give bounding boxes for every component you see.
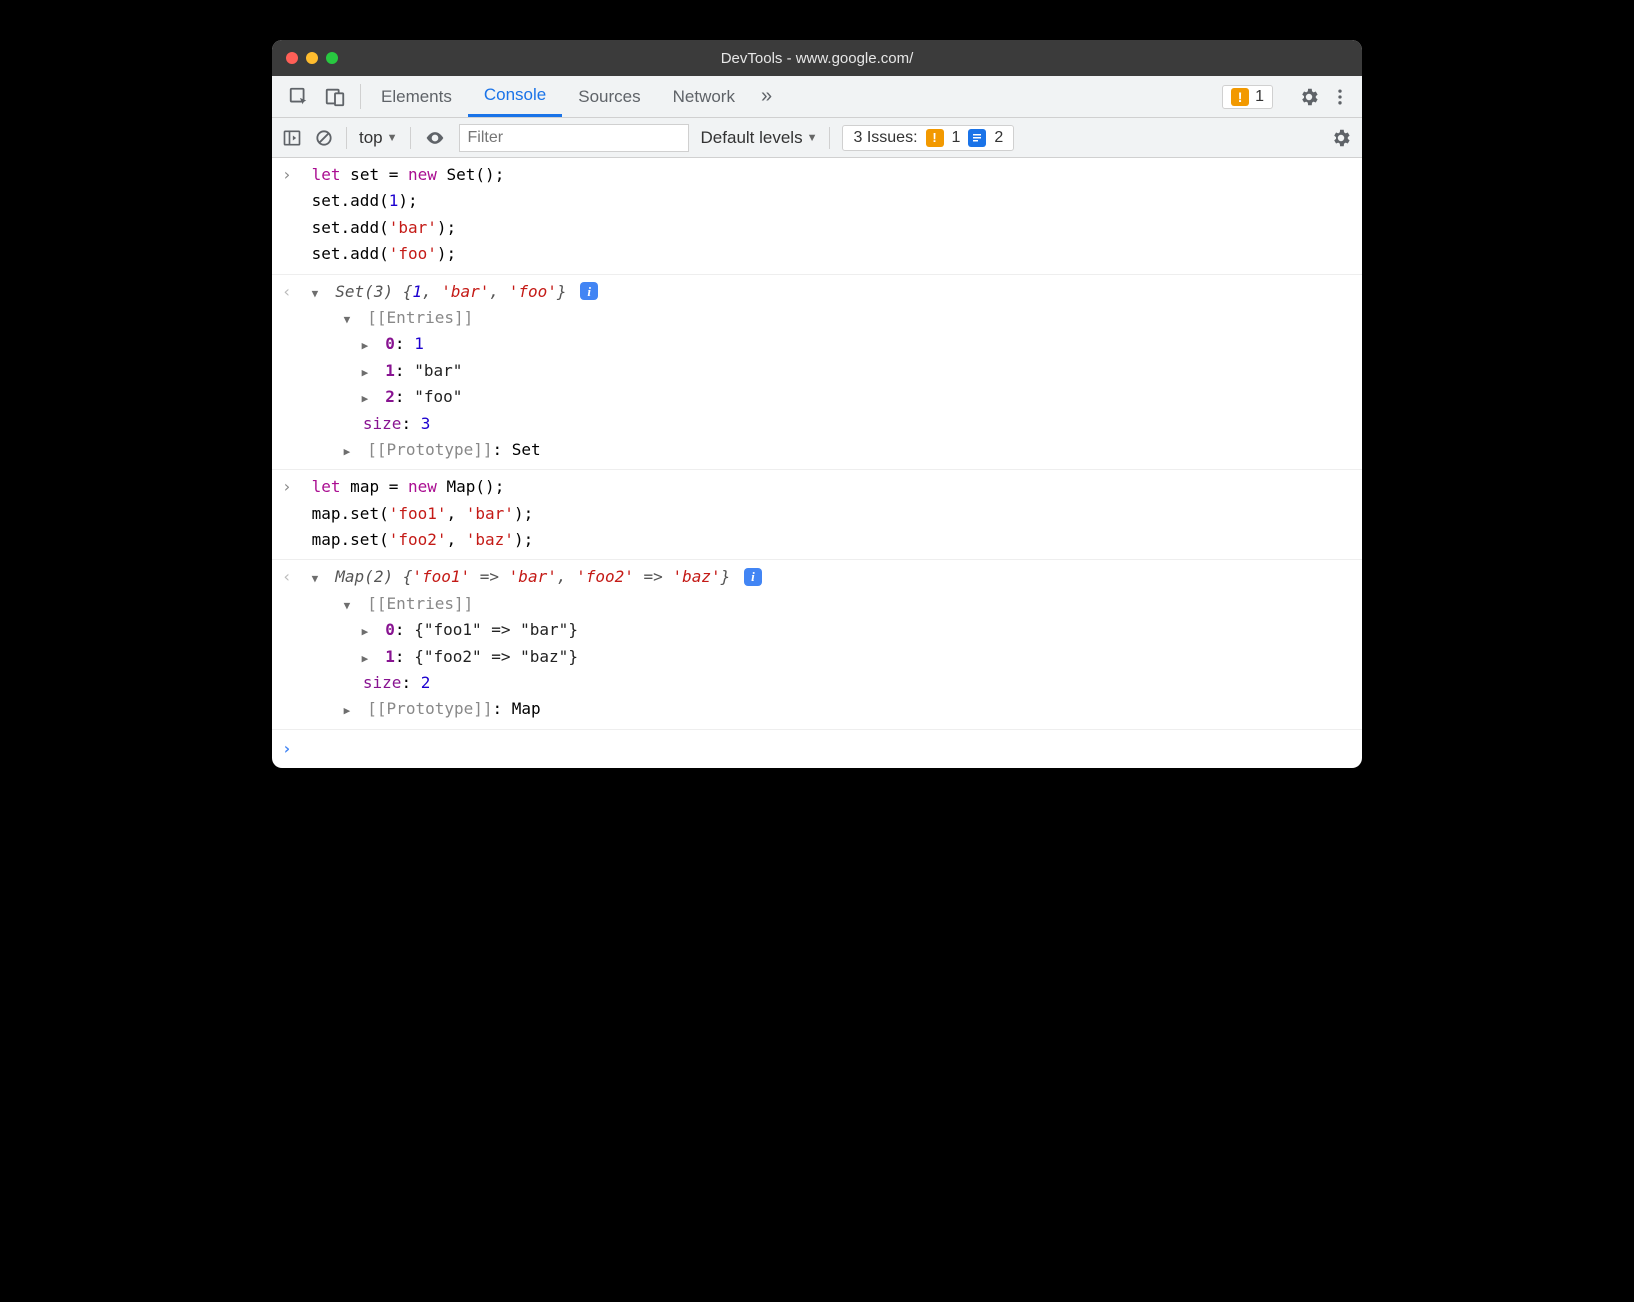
main-tabbar: Elements Console Sources Network » ! 1 <box>272 76 1362 118</box>
close-icon[interactable] <box>286 52 298 64</box>
titlebar: DevTools - www.google.com/ <box>272 40 1362 76</box>
prompt-caret-icon: › <box>282 739 292 758</box>
disclosure-triangle-icon[interactable] <box>362 331 376 357</box>
code-block[interactable]: let map = new Map(); map.set('foo1', 'ba… <box>312 474 534 553</box>
maximize-icon[interactable] <box>326 52 338 64</box>
disclosure-triangle-icon[interactable] <box>362 644 376 670</box>
disclosure-triangle-icon[interactable] <box>362 358 376 384</box>
issues-warn-count: 1 <box>952 129 961 147</box>
warning-icon: ! <box>1231 88 1249 106</box>
disclosure-triangle-icon[interactable] <box>312 279 326 305</box>
info-badge-icon[interactable]: i <box>580 282 598 300</box>
tabs-overflow-icon[interactable]: » <box>751 76 782 117</box>
console-input-entry: › let map = new Map(); map.set('foo1', '… <box>272 470 1362 560</box>
sidebar-toggle-icon[interactable] <box>282 128 302 148</box>
info-badge-icon[interactable]: i <box>744 568 762 586</box>
window-controls <box>286 52 338 64</box>
filter-input[interactable] <box>459 124 689 152</box>
tab-elements[interactable]: Elements <box>365 76 468 117</box>
levels-label: Default levels <box>701 128 803 148</box>
input-caret-icon: › <box>282 474 302 500</box>
disclosure-triangle-icon[interactable] <box>344 305 358 331</box>
output-caret-icon: ‹ <box>282 564 302 590</box>
minimize-icon[interactable] <box>306 52 318 64</box>
disclosure-triangle-icon[interactable] <box>344 696 358 722</box>
internal-slot-label: [[Entries]] <box>367 308 473 327</box>
warnings-button[interactable]: ! 1 <box>1222 85 1273 109</box>
issues-label: 3 Issues: <box>853 129 917 147</box>
warning-icon: ! <box>926 129 944 147</box>
device-toolbar-icon[interactable] <box>324 86 346 108</box>
object-preview[interactable]: Set(3) {1, 'bar', 'foo'} i [[Entries]] 0… <box>312 279 599 464</box>
tab-network[interactable]: Network <box>657 76 751 117</box>
settings-gear-icon[interactable] <box>1298 86 1320 108</box>
dropdown-caret-icon: ▼ <box>807 132 818 144</box>
disclosure-triangle-icon[interactable] <box>312 564 326 590</box>
code-block[interactable]: let set = new Set(); set.add(1); set.add… <box>312 162 505 268</box>
inspect-element-icon[interactable] <box>288 86 310 108</box>
disclosure-triangle-icon[interactable] <box>344 437 358 463</box>
dropdown-caret-icon: ▼ <box>387 132 398 144</box>
input-caret-icon: › <box>282 162 302 188</box>
object-preview[interactable]: Map(2) {'foo1' => 'bar', 'foo2' => 'baz'… <box>312 564 762 722</box>
disclosure-triangle-icon[interactable] <box>344 591 358 617</box>
warnings-count: 1 <box>1255 88 1264 106</box>
console-output-entry: ‹ Map(2) {'foo1' => 'bar', 'foo2' => 'ba… <box>272 560 1362 729</box>
console-body: › let set = new Set(); set.add(1); set.a… <box>272 158 1362 768</box>
devtools-window: DevTools - www.google.com/ Elements Cons… <box>272 40 1362 768</box>
internal-slot-label: [[Entries]] <box>367 594 473 613</box>
execution-context-select[interactable]: top ▼ <box>359 128 398 148</box>
info-icon <box>968 129 986 147</box>
disclosure-triangle-icon[interactable] <box>362 617 376 643</box>
tab-console[interactable]: Console <box>468 76 562 117</box>
log-levels-select[interactable]: Default levels ▼ <box>701 128 818 148</box>
console-toolbar: top ▼ Default levels ▼ 3 Issues: ! 1 2 <box>272 118 1362 158</box>
tab-sources[interactable]: Sources <box>562 76 656 117</box>
console-prompt[interactable]: › <box>272 730 1362 768</box>
clear-console-icon[interactable] <box>314 128 334 148</box>
issues-info-count: 2 <box>994 129 1003 147</box>
console-output-entry: ‹ Set(3) {1, 'bar', 'foo'} i [[Entries]]… <box>272 275 1362 471</box>
live-expression-icon[interactable] <box>423 128 447 148</box>
kebab-menu-icon[interactable] <box>1330 87 1350 107</box>
issues-button[interactable]: 3 Issues: ! 1 2 <box>842 125 1014 151</box>
output-caret-icon: ‹ <box>282 279 302 305</box>
console-settings-gear-icon[interactable] <box>1330 127 1352 149</box>
window-title: DevTools - www.google.com/ <box>272 50 1362 67</box>
disclosure-triangle-icon[interactable] <box>362 384 376 410</box>
context-label: top <box>359 128 383 148</box>
console-input-entry: › let set = new Set(); set.add(1); set.a… <box>272 158 1362 275</box>
